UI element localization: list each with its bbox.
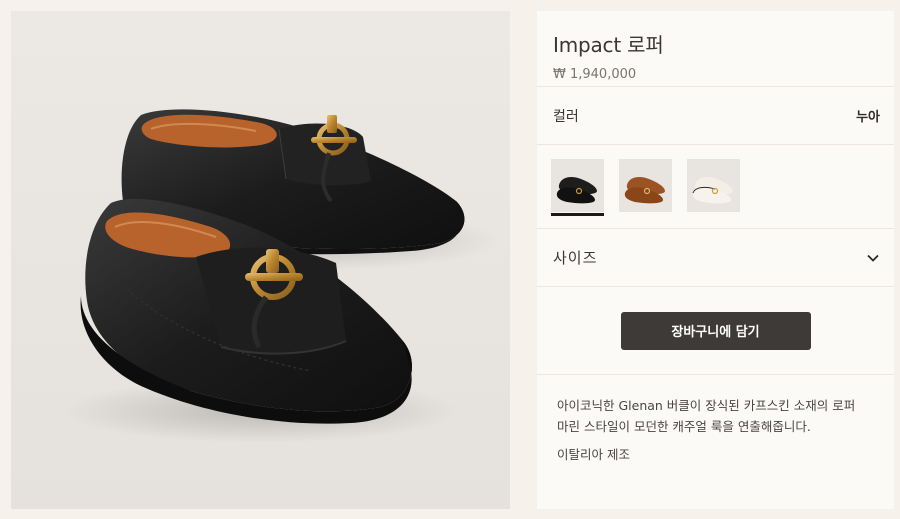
add-to-cart-button[interactable]: 장바구니에 담기: [620, 311, 811, 350]
chevron-down-icon: [867, 254, 879, 262]
swatch-tan[interactable]: [619, 159, 672, 212]
white-loafer-thumbnail: [687, 159, 740, 212]
product-photo: [11, 11, 510, 509]
color-swatches: [537, 145, 894, 229]
product-price: ₩ 1,940,000: [553, 67, 637, 82]
black-loafer-thumbnail: [551, 159, 604, 212]
cart-section: 장바구니에 담기: [537, 287, 894, 375]
color-label: 컬러: [553, 108, 579, 125]
size-selector[interactable]: 사이즈: [537, 229, 894, 287]
product-description: 아이코닉한 Glenan 버클이 장식된 카프스킨 소재의 로퍼 마린 스타일이…: [537, 375, 894, 465]
product-header: Impact 로퍼 ₩ 1,940,000: [537, 11, 894, 87]
origin-text: 이탈리아 제조: [557, 447, 630, 462]
swatch-white[interactable]: [687, 159, 740, 212]
description-line-1: 아이코닉한 Glenan 버클이 장식된 카프스킨 소재의 로퍼: [557, 398, 856, 413]
description-line-2: 마린 스타일이 모던한 캐주얼 룩을 연출해줍니다.: [557, 419, 811, 434]
color-row: 컬러 누아: [537, 87, 894, 145]
product-panel: Impact 로퍼 ₩ 1,940,000 컬러 누아 사이즈 장바구니에 담기…: [537, 11, 894, 509]
loafer-image: [11, 11, 510, 509]
product-title: Impact 로퍼: [553, 33, 664, 57]
color-selected-value: 누아: [856, 110, 880, 125]
size-label: 사이즈: [553, 249, 598, 267]
swatch-black[interactable]: [551, 159, 604, 216]
tan-loafer-thumbnail: [619, 159, 672, 212]
